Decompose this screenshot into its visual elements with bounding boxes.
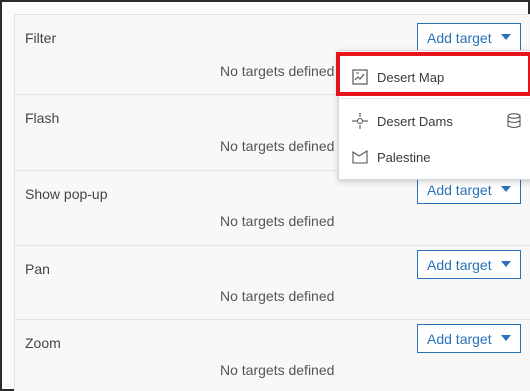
map-icon — [351, 68, 369, 86]
menu-item-desert-map[interactable]: Desert Map — [339, 59, 530, 95]
point-layer-icon — [351, 112, 369, 130]
empty-state-text: No targets defined — [220, 288, 335, 304]
chevron-down-icon — [501, 335, 511, 341]
empty-state-text: No targets defined — [220, 213, 335, 229]
menu-divider — [339, 98, 530, 99]
section-title: Show pop-up — [25, 186, 108, 202]
add-target-label: Add target — [427, 29, 492, 46]
panel-frame: Filter Add target No targets defined Fla… — [0, 0, 530, 391]
add-target-button[interactable]: Add target — [417, 250, 521, 279]
section-title: Filter — [25, 30, 57, 46]
menu-item-label: Palestine — [377, 149, 431, 165]
empty-state-text: No targets defined — [220, 362, 335, 378]
add-target-dropdown: Desert Map Desert Dams Palestine — [338, 50, 530, 180]
section-title: Pan — [25, 261, 50, 277]
menu-item-label: Desert Map — [377, 69, 445, 85]
section-show-popup: Show pop-up Add target No targets define… — [14, 170, 530, 247]
polygon-layer-icon — [351, 148, 369, 166]
add-target-label: Add target — [427, 330, 492, 347]
section-pan: Pan Add target No targets defined — [14, 245, 530, 321]
empty-state-text: No targets defined — [220, 138, 335, 154]
add-target-label: Add target — [427, 256, 492, 273]
section-title: Flash — [25, 110, 60, 126]
add-target-button[interactable]: Add target — [417, 324, 521, 353]
chevron-down-icon — [501, 186, 511, 192]
chevron-down-icon — [501, 261, 511, 267]
menu-item-desert-dams[interactable]: Desert Dams — [339, 103, 530, 139]
empty-state-text: No targets defined — [220, 63, 335, 79]
add-target-button[interactable]: Add target — [417, 23, 521, 52]
database-icon — [507, 113, 521, 129]
section-title: Zoom — [25, 335, 61, 351]
section-zoom: Zoom Add target No targets defined — [14, 319, 530, 391]
add-target-label: Add target — [427, 181, 492, 198]
menu-item-label: Desert Dams — [377, 113, 453, 129]
menu-item-palestine[interactable]: Palestine — [339, 139, 530, 175]
chevron-down-icon — [501, 34, 511, 40]
